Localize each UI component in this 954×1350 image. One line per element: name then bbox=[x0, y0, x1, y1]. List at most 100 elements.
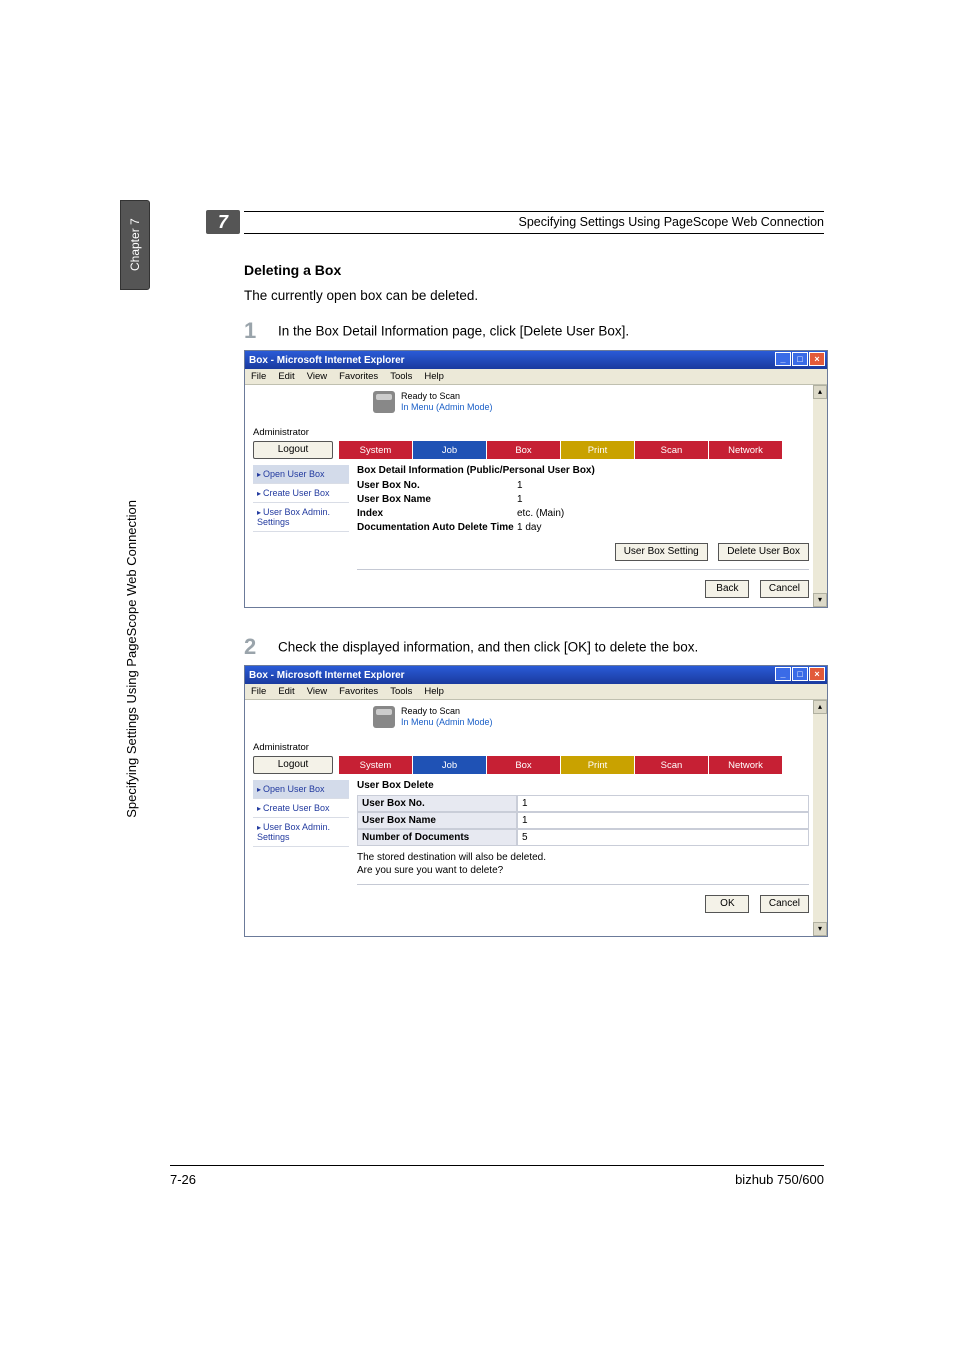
menu-favorites[interactable]: Favorites bbox=[339, 371, 378, 382]
scroll-down-icon[interactable]: ▾ bbox=[813, 593, 827, 607]
sidebar-vertical-title: Specifying Settings Using PageScope Web … bbox=[124, 500, 139, 818]
nav-open-user-box[interactable]: Open User Box bbox=[253, 465, 349, 484]
k-user-box-name: User Box Name bbox=[357, 494, 517, 505]
minimize-icon[interactable]: _ bbox=[775, 352, 791, 366]
status-line-2: In Menu (Admin Mode) bbox=[401, 402, 493, 413]
step-1: 1 In the Box Detail Information page, cl… bbox=[244, 318, 629, 344]
logout-button[interactable]: Logout bbox=[253, 756, 333, 774]
tab-job[interactable]: Job bbox=[413, 441, 487, 459]
step-1-text: In the Box Detail Information page, clic… bbox=[278, 324, 629, 339]
menu-tools[interactable]: Tools bbox=[390, 371, 412, 382]
back-button[interactable]: Back bbox=[705, 580, 749, 598]
menu-favorites[interactable]: Favorites bbox=[339, 686, 378, 697]
chapter-tab: Chapter 7 bbox=[120, 200, 150, 290]
window-title: Box - Microsoft Internet Explorer bbox=[249, 355, 405, 366]
k-index: Index bbox=[357, 508, 517, 519]
scroll-up-icon[interactable]: ▴ bbox=[813, 385, 827, 399]
detail-table: User Box No. 1 User Box Name 1 Index etc… bbox=[357, 480, 809, 533]
tab-print[interactable]: Print bbox=[561, 756, 635, 774]
menu-view[interactable]: View bbox=[307, 686, 327, 697]
status-line-2: In Menu (Admin Mode) bbox=[401, 717, 493, 728]
scroll-down-icon[interactable]: ▾ bbox=[813, 922, 827, 936]
screenshot-1-window: Box - Microsoft Internet Explorer _ □ × … bbox=[244, 350, 828, 608]
step-2-number: 2 bbox=[244, 634, 256, 659]
admin-label: Administrator bbox=[253, 427, 309, 438]
status-line-1: Ready to Scan bbox=[401, 391, 493, 402]
tab-network[interactable]: Network bbox=[709, 441, 783, 459]
k-user-box-no: User Box No. bbox=[357, 795, 517, 812]
menu-tools[interactable]: Tools bbox=[390, 686, 412, 697]
section-heading: Deleting a Box bbox=[244, 262, 341, 278]
nav-create-user-box[interactable]: Create User Box bbox=[253, 799, 349, 818]
v-user-box-no: 1 bbox=[517, 795, 809, 812]
delete-user-box-button[interactable]: Delete User Box bbox=[718, 543, 809, 561]
nav-open-user-box[interactable]: Open User Box bbox=[253, 780, 349, 799]
tab-print[interactable]: Print bbox=[561, 441, 635, 459]
step-2: 2 Check the displayed information, and t… bbox=[244, 634, 698, 660]
content-pane: User Box Delete User Box No. 1 User Box … bbox=[357, 780, 809, 913]
v-user-box-name: 1 bbox=[517, 494, 809, 505]
window-title: Box - Microsoft Internet Explorer bbox=[249, 670, 405, 681]
cancel-button[interactable]: Cancel bbox=[760, 580, 809, 598]
content-title: User Box Delete bbox=[357, 780, 809, 791]
header-title: Specifying Settings Using PageScope Web … bbox=[518, 215, 824, 229]
nav-user-box-admin-settings[interactable]: User Box Admin. Settings bbox=[253, 503, 349, 532]
printer-icon bbox=[373, 391, 395, 413]
logout-button[interactable]: Logout bbox=[253, 441, 333, 459]
button-row-2: Back Cancel bbox=[357, 578, 809, 598]
menu-file[interactable]: File bbox=[251, 686, 266, 697]
tab-scan[interactable]: Scan bbox=[635, 441, 709, 459]
k-num-documents: Number of Documents bbox=[357, 829, 517, 846]
page-number: 7-26 bbox=[170, 1172, 196, 1187]
browser-canvas: ▴ ▾ Ready to Scan In Menu (Admin Mode) A… bbox=[245, 700, 827, 936]
menu-edit[interactable]: Edit bbox=[278, 371, 294, 382]
status-block: Ready to Scan In Menu (Admin Mode) bbox=[373, 706, 493, 728]
tab-system[interactable]: System bbox=[339, 441, 413, 459]
screenshot-2-window: Box - Microsoft Internet Explorer _ □ × … bbox=[244, 665, 828, 937]
step-2-text: Check the displayed information, and the… bbox=[278, 640, 698, 655]
sidebar: Chapter 7 Specifying Settings Using Page… bbox=[120, 200, 158, 1000]
menu-help[interactable]: Help bbox=[424, 686, 444, 697]
nav-user-box-admin-settings[interactable]: User Box Admin. Settings bbox=[253, 818, 349, 847]
tab-job[interactable]: Job bbox=[413, 756, 487, 774]
side-nav: Open User Box Create User Box User Box A… bbox=[253, 780, 349, 847]
tab-box[interactable]: Box bbox=[487, 756, 561, 774]
button-row: OK Cancel bbox=[357, 893, 809, 913]
cancel-button[interactable]: Cancel bbox=[760, 895, 809, 913]
k-user-box-no: User Box No. bbox=[357, 480, 517, 491]
delete-table: User Box No. 1 User Box Name 1 Number of… bbox=[357, 795, 809, 846]
menubar: File Edit View Favorites Tools Help bbox=[245, 684, 827, 700]
maximize-icon[interactable]: □ bbox=[792, 352, 808, 366]
minimize-icon[interactable]: _ bbox=[775, 667, 791, 681]
titlebar: Box - Microsoft Internet Explorer _ □ × bbox=[245, 351, 827, 369]
scroll-up-icon[interactable]: ▴ bbox=[813, 700, 827, 714]
v-user-box-name: 1 bbox=[517, 812, 809, 829]
tabstrip: System Job Box Print Scan Network bbox=[339, 756, 783, 774]
tab-network[interactable]: Network bbox=[709, 756, 783, 774]
tab-box[interactable]: Box bbox=[487, 441, 561, 459]
admin-label: Administrator bbox=[253, 742, 309, 753]
menu-file[interactable]: File bbox=[251, 371, 266, 382]
k-user-box-name: User Box Name bbox=[357, 812, 517, 829]
menu-view[interactable]: View bbox=[307, 371, 327, 382]
tab-system[interactable]: System bbox=[339, 756, 413, 774]
menubar: File Edit View Favorites Tools Help bbox=[245, 369, 827, 385]
close-icon[interactable]: × bbox=[809, 667, 825, 681]
content-pane: Box Detail Information (Public/Personal … bbox=[357, 465, 809, 598]
close-icon[interactable]: × bbox=[809, 352, 825, 366]
page: Chapter 7 Specifying Settings Using Page… bbox=[0, 0, 954, 1350]
ok-button[interactable]: OK bbox=[705, 895, 749, 913]
menu-edit[interactable]: Edit bbox=[278, 686, 294, 697]
tab-scan[interactable]: Scan bbox=[635, 756, 709, 774]
menu-help[interactable]: Help bbox=[424, 371, 444, 382]
product-name: bizhub 750/600 bbox=[735, 1172, 824, 1187]
footer-rule bbox=[170, 1165, 824, 1166]
nav-create-user-box[interactable]: Create User Box bbox=[253, 484, 349, 503]
section-intro: The currently open box can be deleted. bbox=[244, 288, 478, 303]
maximize-icon[interactable]: □ bbox=[792, 667, 808, 681]
user-box-setting-button[interactable]: User Box Setting bbox=[615, 543, 708, 561]
status-line-1: Ready to Scan bbox=[401, 706, 493, 717]
tabstrip: System Job Box Print Scan Network bbox=[339, 441, 783, 459]
side-nav: Open User Box Create User Box User Box A… bbox=[253, 465, 349, 532]
v-auto-delete-time: 1 day bbox=[517, 522, 809, 533]
